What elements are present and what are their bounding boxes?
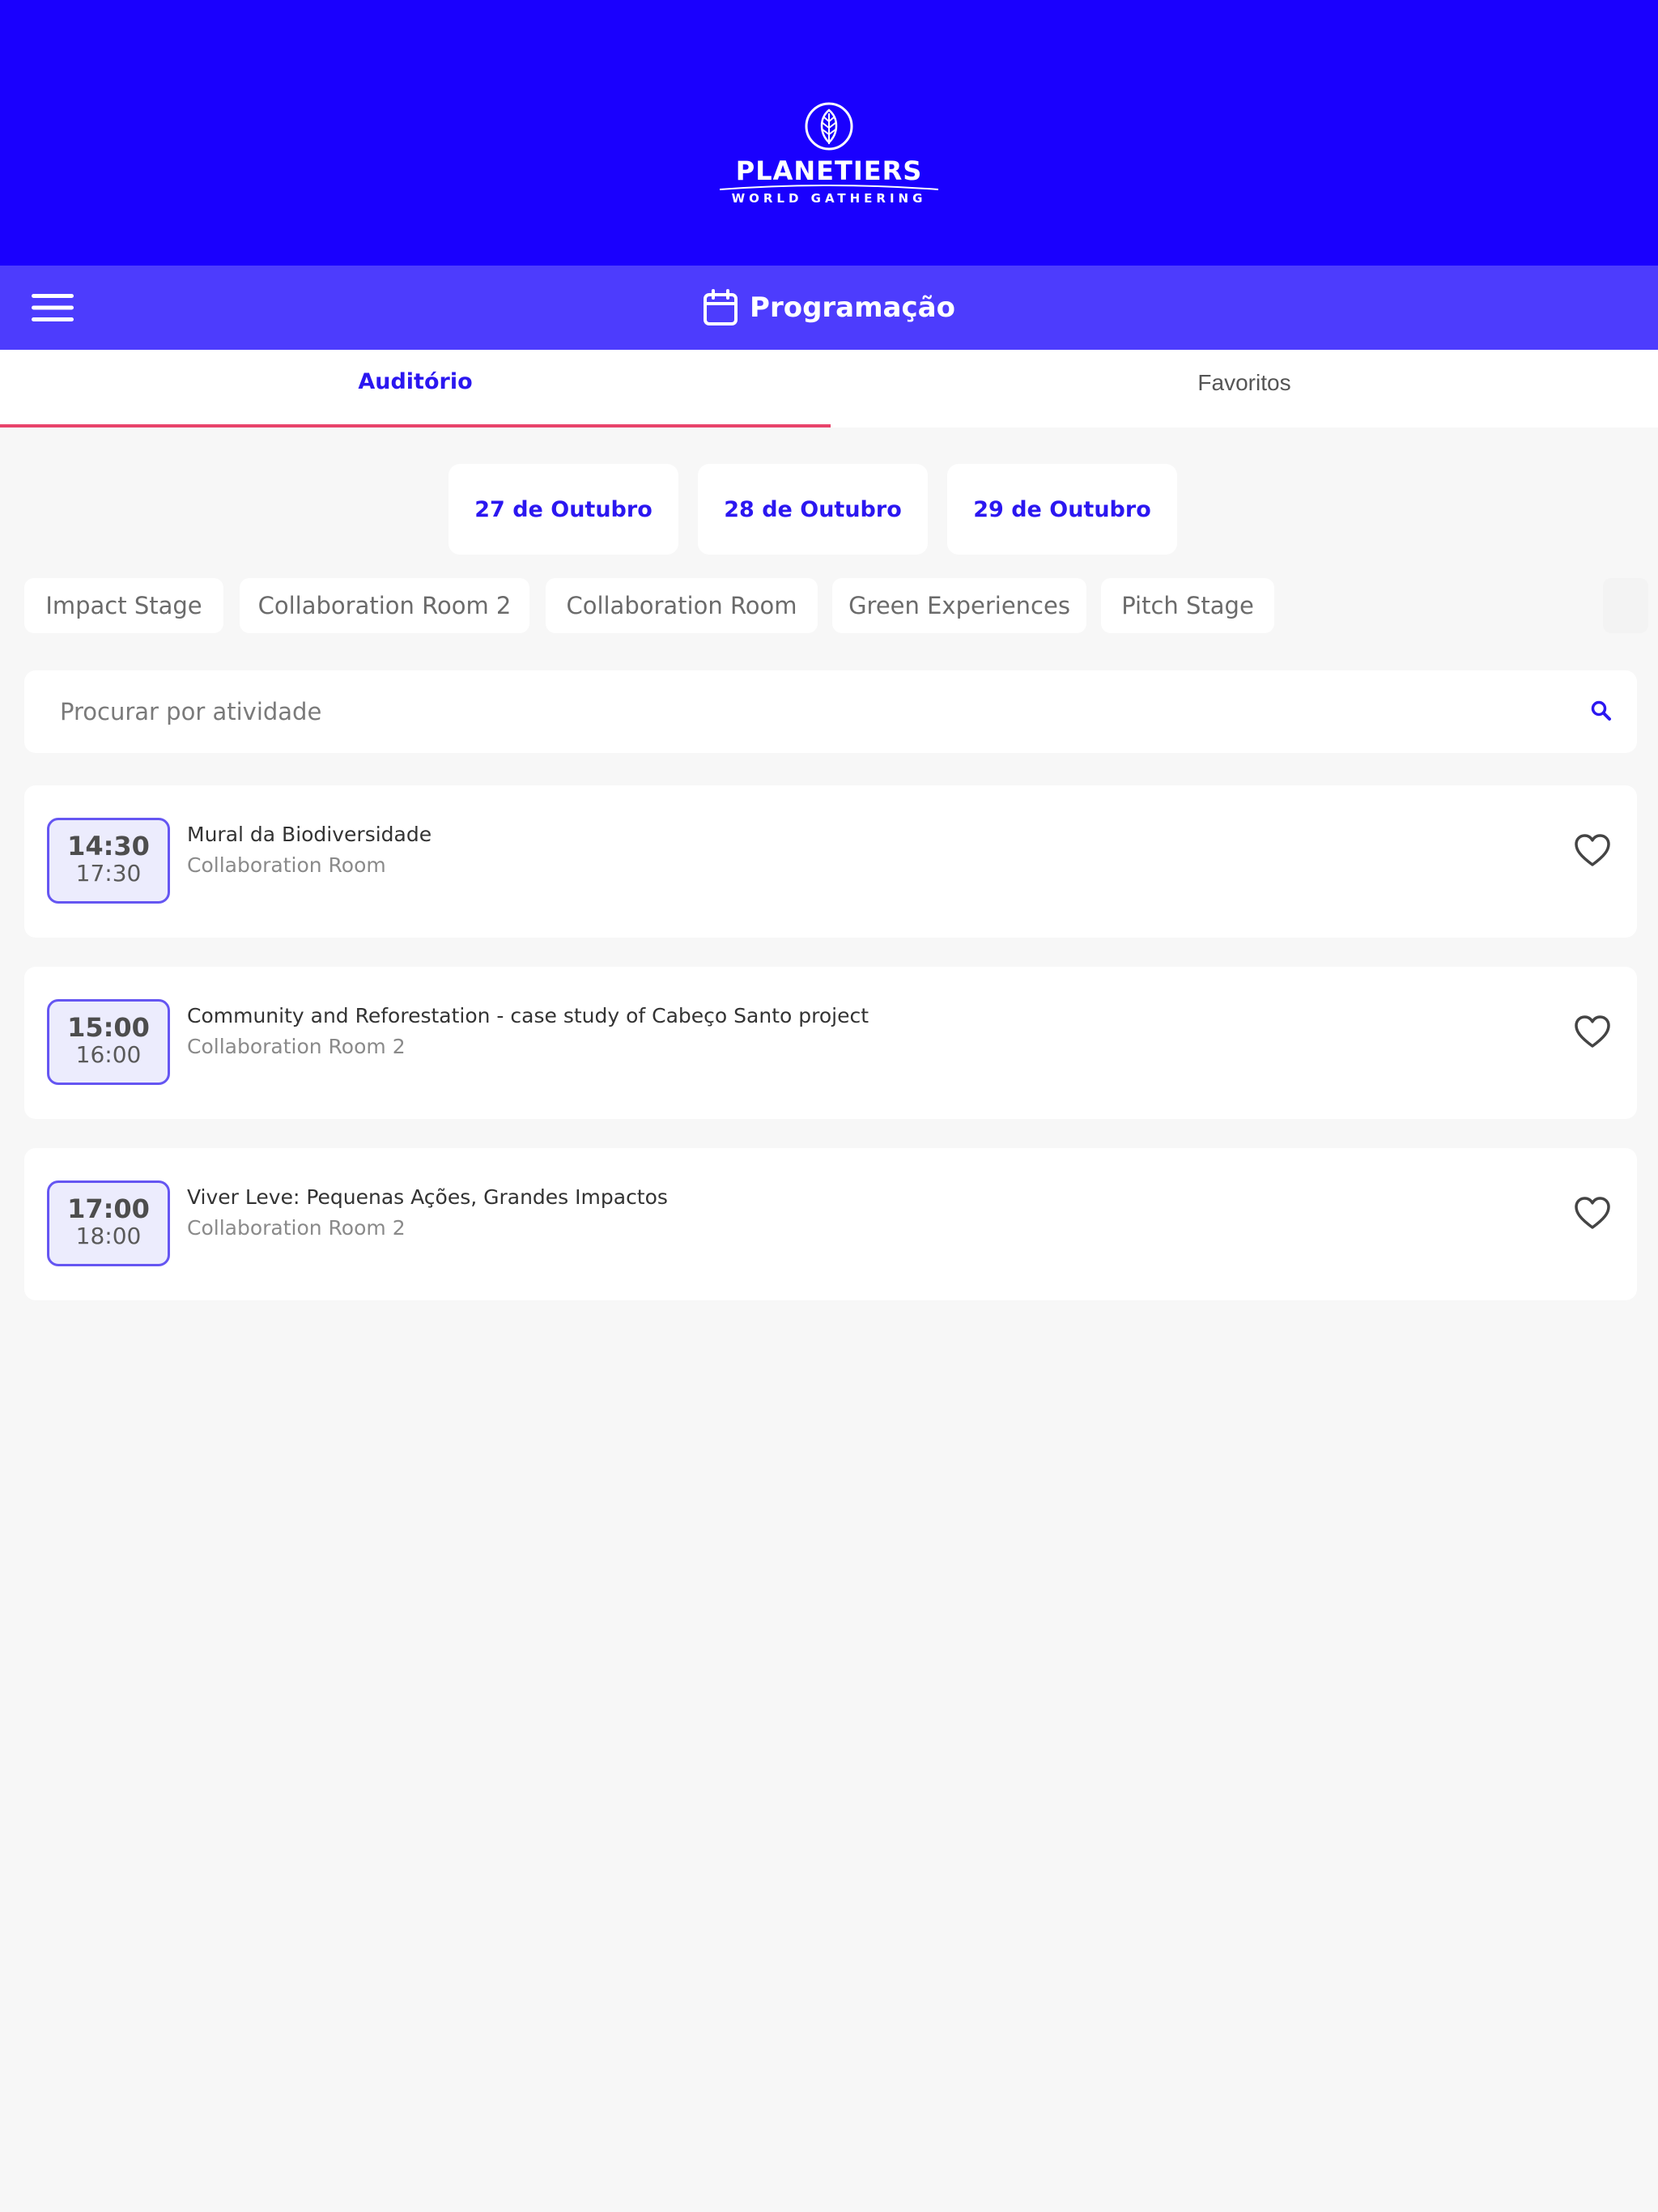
room-chip-label: Pitch Stage [1121,592,1254,619]
room-chip-collaboration-room[interactable]: Collaboration Room [546,578,818,633]
event-start-time: 14:30 [67,831,150,861]
event-time-box: 17:00 18:00 [47,1180,170,1266]
event-room: Collaboration Room 2 [187,1035,406,1058]
tab-favoritos[interactable]: Favoritos [831,350,1658,428]
tab-label: Auditório [358,368,473,394]
event-card[interactable]: 15:00 16:00 Community and Reforestation … [24,967,1637,1119]
event-end-time: 16:00 [75,1041,142,1068]
brand-name: PLANETIERS [735,155,923,186]
room-chip-overflow [1603,578,1648,633]
calendar-icon [704,289,738,325]
planetiers-logo: PLANETIERS WORLD GATHERING [712,100,946,214]
event-start-time: 15:00 [67,1012,150,1043]
room-chip-label: Collaboration Room 2 [257,592,512,619]
search-bar [24,670,1637,753]
day-chip-label: 29 de Outubro [973,496,1151,522]
event-room: Collaboration Room 2 [187,1216,406,1240]
event-title: Community and Reforestation - case study… [187,1004,869,1027]
room-chip-label: Green Experiences [848,592,1070,619]
event-card[interactable]: 17:00 18:00 Viver Leve: Pequenas Ações, … [24,1148,1637,1300]
room-chip-collaboration-room-2[interactable]: Collaboration Room 2 [240,578,529,633]
day-chip-label: 28 de Outubro [724,496,902,522]
event-end-time: 18:00 [75,1223,142,1249]
tab-auditorio[interactable]: Auditório [0,350,831,428]
event-time-box: 14:30 17:30 [47,818,170,904]
day-chip-28[interactable]: 28 de Outubro [698,464,928,555]
search-icon[interactable] [1588,698,1616,725]
page-title: Programação [750,291,955,324]
room-chip-impact-stage[interactable]: Impact Stage [24,578,223,633]
day-chip-label: 27 de Outubro [474,496,653,522]
toolbar: Programação [0,266,1658,350]
search-input[interactable] [60,670,1566,753]
heart-outline-icon[interactable] [1572,1012,1613,1053]
brand-tagline: WORLD GATHERING [731,191,927,206]
event-time-box: 15:00 16:00 [47,999,170,1085]
segment-tabs: Auditório Favoritos [0,350,1658,428]
event-card[interactable]: 14:30 17:30 Mural da Biodiversidade Coll… [24,785,1637,938]
brand-header: PLANETIERS WORLD GATHERING [0,0,1658,266]
room-chip-label: Impact Stage [45,592,202,619]
heart-outline-icon[interactable] [1572,831,1613,871]
day-chip-29[interactable]: 29 de Outubro [947,464,1177,555]
event-end-time: 17:30 [75,860,142,887]
tab-active-indicator [0,424,831,428]
room-chip-pitch-stage[interactable]: Pitch Stage [1101,578,1274,633]
event-room: Collaboration Room [187,853,386,877]
tab-label: Favoritos [1197,370,1291,395]
event-title: Mural da Biodiversidade [187,823,432,846]
toolbar-title-group: Programação [0,266,1658,350]
event-title: Viver Leve: Pequenas Ações, Grandes Impa… [187,1185,668,1209]
room-chip-label: Collaboration Room [566,592,797,619]
heart-outline-icon[interactable] [1572,1193,1613,1234]
leaf-emblem-icon [805,102,853,151]
day-chip-27[interactable]: 27 de Outubro [449,464,678,555]
room-chip-green-experiences[interactable]: Green Experiences [832,578,1086,633]
event-start-time: 17:00 [67,1193,150,1224]
